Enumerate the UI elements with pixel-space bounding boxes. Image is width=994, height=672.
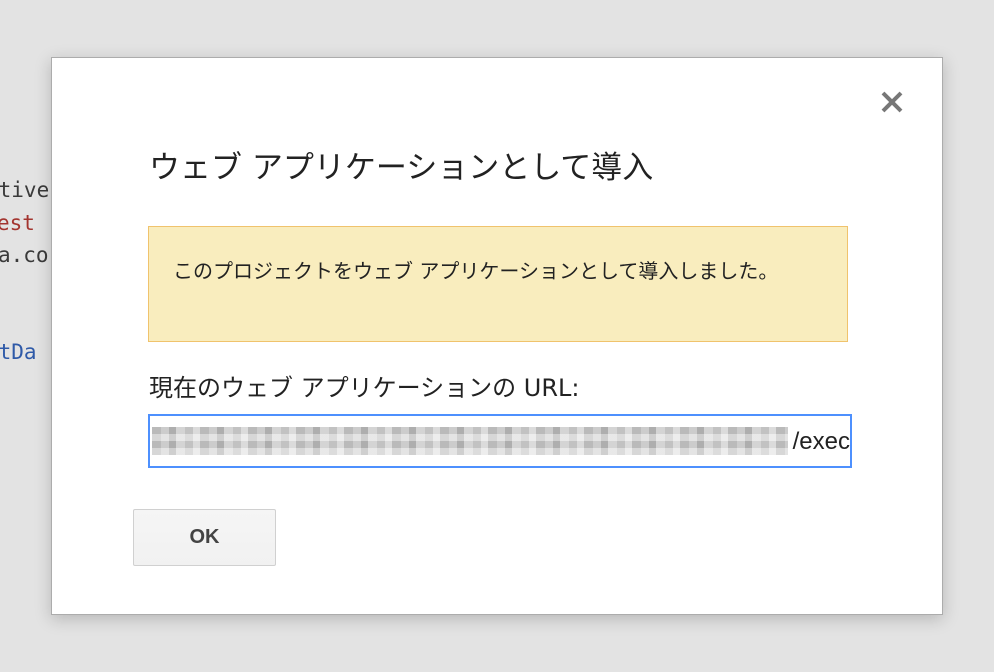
code-line: stDa: [0, 340, 37, 364]
close-icon: [881, 91, 903, 113]
url-label: 現在のウェブ アプリケーションの URL:: [149, 374, 580, 402]
web-app-url-field[interactable]: /exec: [148, 414, 852, 468]
code-line: ctive: [0, 178, 50, 202]
success-notice: このプロジェクトをウェブ アプリケーションとして導入しました。: [148, 226, 848, 342]
code-line: a.co: [0, 243, 49, 267]
redacted-url-text: [152, 427, 788, 455]
dialog-title: ウェブ アプリケーションとして導入: [149, 150, 654, 186]
deploy-dialog: ウェブ アプリケーションとして導入 このプロジェクトをウェブ アプリケーションと…: [51, 57, 943, 615]
close-button[interactable]: [874, 84, 910, 120]
url-suffix-text: /exec: [792, 428, 850, 455]
code-line: est: [0, 211, 35, 235]
ok-button[interactable]: OK: [133, 509, 276, 566]
notice-text: このプロジェクトをウェブ アプリケーションとして導入しました。: [173, 259, 779, 283]
